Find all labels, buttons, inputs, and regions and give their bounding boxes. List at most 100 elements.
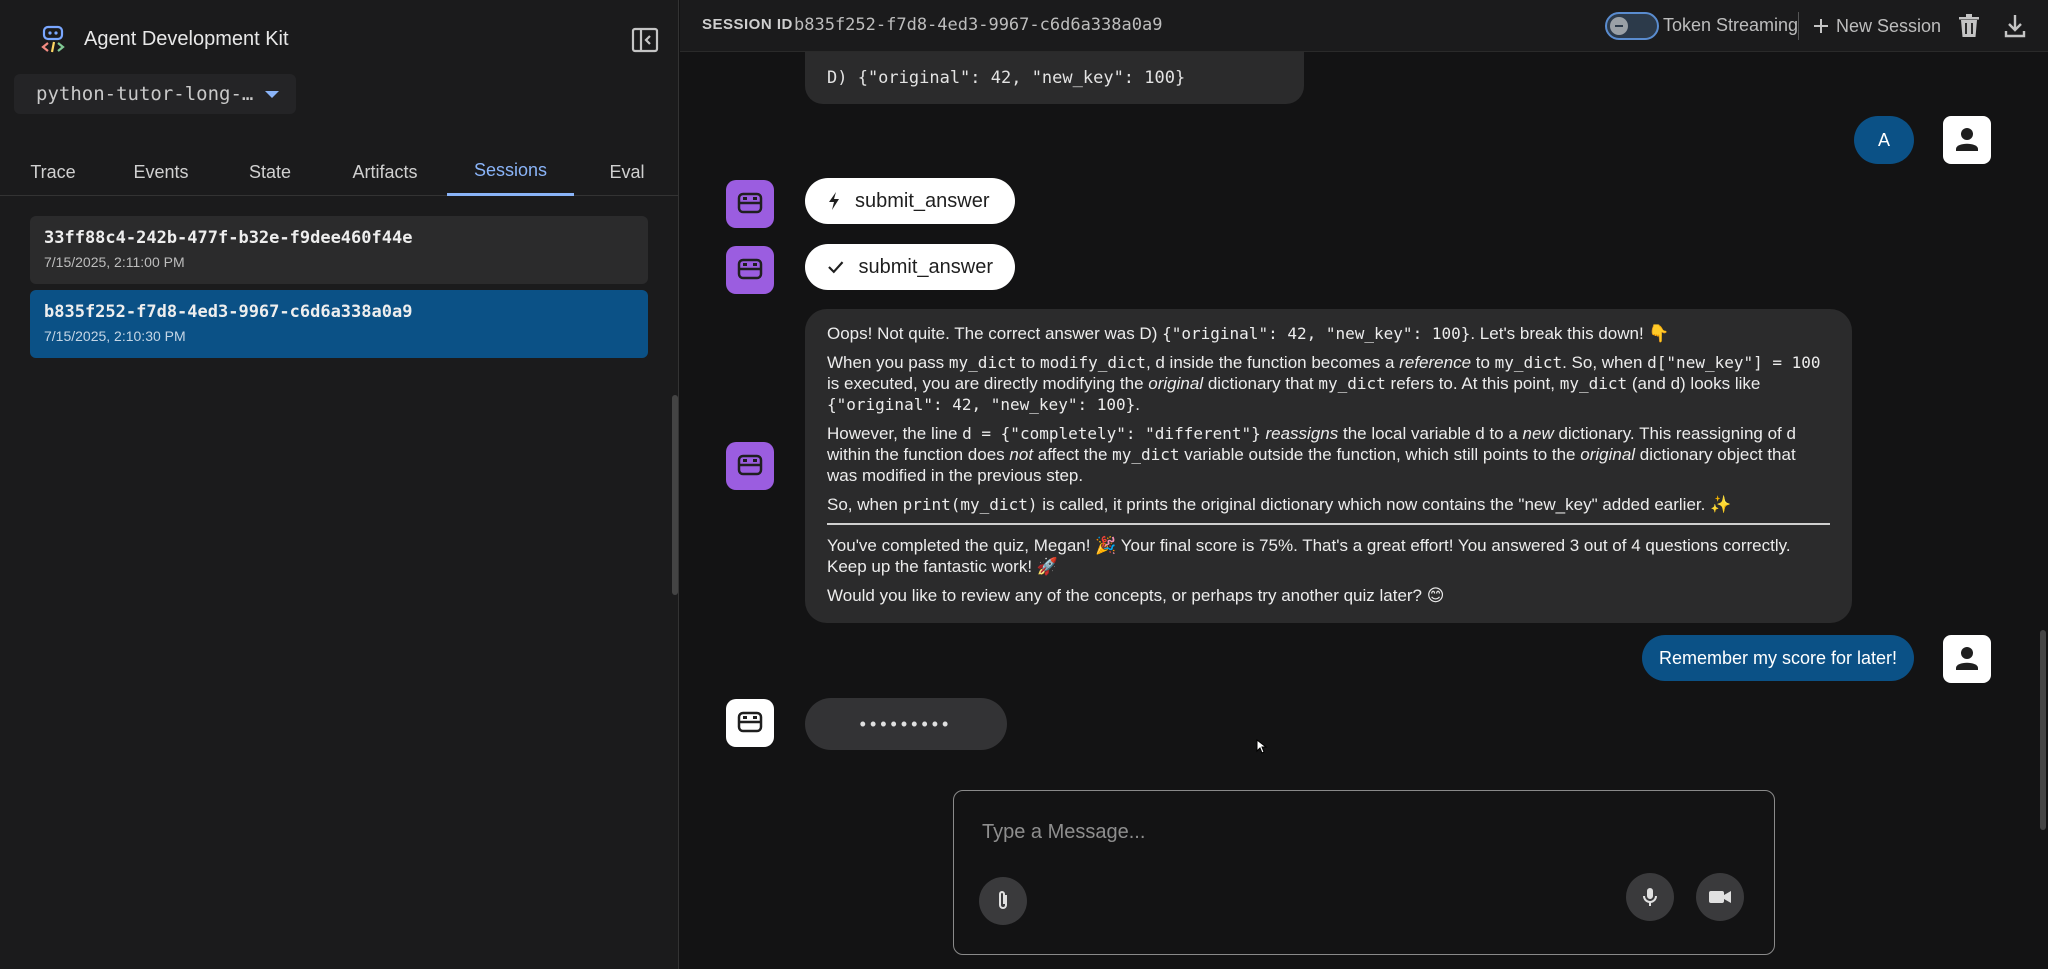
trash-icon[interactable]	[1956, 12, 1982, 40]
text: affect the	[1033, 445, 1113, 464]
response-paragraph: However, the line d = {"completely": "di…	[827, 423, 1830, 486]
response-paragraph: So, when print(my_dict) is called, it pr…	[827, 494, 1830, 515]
emphasis: original	[1580, 445, 1636, 464]
app-selector[interactable]: python-tutor-long-…	[14, 74, 296, 114]
session-item[interactable]: 33ff88c4-242b-477f-b32e-f9dee460f44e 7/1…	[30, 216, 648, 284]
function-response-chip[interactable]: submit_answer	[805, 244, 1015, 290]
text: , d inside the function becomes a	[1145, 353, 1400, 372]
download-icon[interactable]	[2002, 12, 2028, 40]
code: d["new_key"] = 100	[1647, 353, 1821, 372]
code: my_dict	[1494, 353, 1563, 372]
code: d = {"completely": "different"}	[962, 424, 1261, 443]
video-camera-icon	[1709, 891, 1731, 903]
tab-events[interactable]: Events	[128, 148, 194, 196]
code: my_dict	[1559, 374, 1628, 393]
message-input[interactable]	[982, 817, 1742, 847]
text: However, the line	[827, 424, 963, 443]
code: print(my_dict)	[902, 495, 1038, 514]
bot-avatar	[726, 699, 774, 747]
text: is called, it prints the original dictio…	[1037, 495, 1732, 514]
bolt-icon	[829, 192, 839, 210]
function-call-chip[interactable]: submit_answer	[805, 178, 1015, 224]
chevron-down-icon	[265, 90, 280, 98]
session-item-selected[interactable]: b835f252-f7d8-4ed3-9967-c6d6a338a0a9 7/1…	[30, 290, 648, 358]
tab-trace[interactable]: Trace	[22, 148, 84, 196]
text: the local variable d to a	[1338, 424, 1523, 443]
toggle-knob	[1610, 17, 1628, 35]
bot-avatar	[726, 442, 774, 490]
attach-button[interactable]	[979, 877, 1027, 925]
video-button[interactable]	[1696, 873, 1744, 921]
text: variable outside the function, which sti…	[1179, 445, 1581, 464]
collapse-sidebar-icon[interactable]	[630, 26, 660, 54]
chat-scrollbar[interactable]	[2040, 630, 2046, 830]
user-avatar	[1943, 116, 1991, 164]
session-id-label: SESSION ID	[702, 16, 793, 33]
session-time: 7/15/2025, 2:10:30 PM	[44, 328, 186, 344]
session-id: b835f252-f7d8-4ed3-9967-c6d6a338a0a9	[44, 302, 413, 322]
mouse-cursor-icon	[1256, 739, 1268, 754]
person-icon	[1956, 128, 1978, 151]
text: dictionary that	[1203, 374, 1319, 393]
sidebar-scrollbar[interactable]	[672, 395, 678, 595]
typing-indicator: •••••••••	[805, 698, 1007, 750]
text: is executed, you are directly modifying …	[827, 374, 1149, 393]
text: to	[1016, 353, 1040, 372]
function-call-name: submit_answer	[855, 189, 990, 212]
tab-sessions[interactable]: Sessions	[447, 148, 574, 196]
check-icon	[828, 261, 844, 274]
emphasis: reassigns	[1260, 424, 1339, 443]
session-time: 7/15/2025, 2:11:00 PM	[44, 254, 185, 270]
microphone-icon	[1643, 888, 1657, 906]
bot-avatar	[726, 246, 774, 294]
code: my_dict	[948, 353, 1017, 372]
app-title: Agent Development Kit	[84, 27, 289, 50]
option-text: D) {"original": 42, "new_key": 100}	[827, 68, 1186, 88]
tab-eval[interactable]: Eval	[604, 148, 650, 196]
user-avatar	[1943, 635, 1991, 683]
emphasis: new	[1522, 424, 1554, 443]
emphasis: reference	[1399, 353, 1472, 372]
robot-icon	[737, 711, 763, 733]
text: When you pass	[827, 353, 949, 372]
robot-icon	[737, 258, 763, 280]
user-message: A	[1854, 116, 1914, 164]
user-message: Remember my score for later!	[1642, 635, 1914, 681]
app-selector-value: python-tutor-long-…	[36, 83, 254, 105]
paperclip-icon	[999, 891, 1007, 909]
text: . So, when	[1562, 353, 1648, 372]
plus-icon	[1814, 19, 1828, 33]
text: (and d) looks like	[1627, 374, 1761, 393]
response-paragraph: You've completed the quiz, Megan! 🎉 Your…	[827, 536, 1791, 576]
token-streaming-toggle[interactable]	[1605, 12, 1659, 40]
chat-area: D) {"original": 42, "new_key": 100} A su…	[680, 52, 2048, 969]
tab-artifacts[interactable]: Artifacts	[345, 148, 425, 196]
code: modify_dict	[1039, 353, 1146, 372]
microphone-button[interactable]	[1626, 873, 1674, 921]
adk-logo-icon	[41, 25, 65, 53]
brand: Agent Development Kit	[38, 24, 289, 54]
emphasis: original	[1148, 374, 1204, 393]
token-streaming-label: Token Streaming	[1663, 15, 1799, 35]
emphasis: not	[1009, 445, 1034, 464]
tab-state[interactable]: State	[244, 148, 296, 196]
user-message-text: A	[1877, 129, 1890, 150]
text: So, when	[827, 495, 903, 514]
response-paragraph: Oops! Not quite. The correct answer was …	[827, 323, 1830, 344]
robot-icon	[737, 192, 763, 214]
new-session-label: New Session	[1836, 15, 1942, 36]
code: my_dict	[1112, 445, 1180, 464]
bot-message: D) {"original": 42, "new_key": 100}	[805, 52, 1304, 104]
response-paragraph: Would you like to review any of the conc…	[827, 586, 1445, 605]
session-id: 33ff88c4-242b-477f-b32e-f9dee460f44e	[44, 228, 413, 248]
new-session-button[interactable]: New Session	[1812, 12, 1941, 40]
code: my_dict	[1318, 374, 1386, 393]
divider	[1798, 12, 1799, 40]
text: Oops! Not quite. The correct answer was …	[827, 324, 1163, 343]
bot-response-message: Oops! Not quite. The correct answer was …	[805, 309, 1852, 623]
session-header: SESSION ID b835f252-f7d8-4ed3-9967-c6d6a…	[680, 0, 2048, 52]
text: . Let's break this down! 👇	[1470, 324, 1670, 343]
sidebar: Agent Development Kit python-tutor-long-…	[0, 0, 679, 969]
session-id-value: b835f252-f7d8-4ed3-9967-c6d6a338a0a9	[794, 15, 1163, 35]
function-response-name: submit_answer	[858, 255, 993, 278]
